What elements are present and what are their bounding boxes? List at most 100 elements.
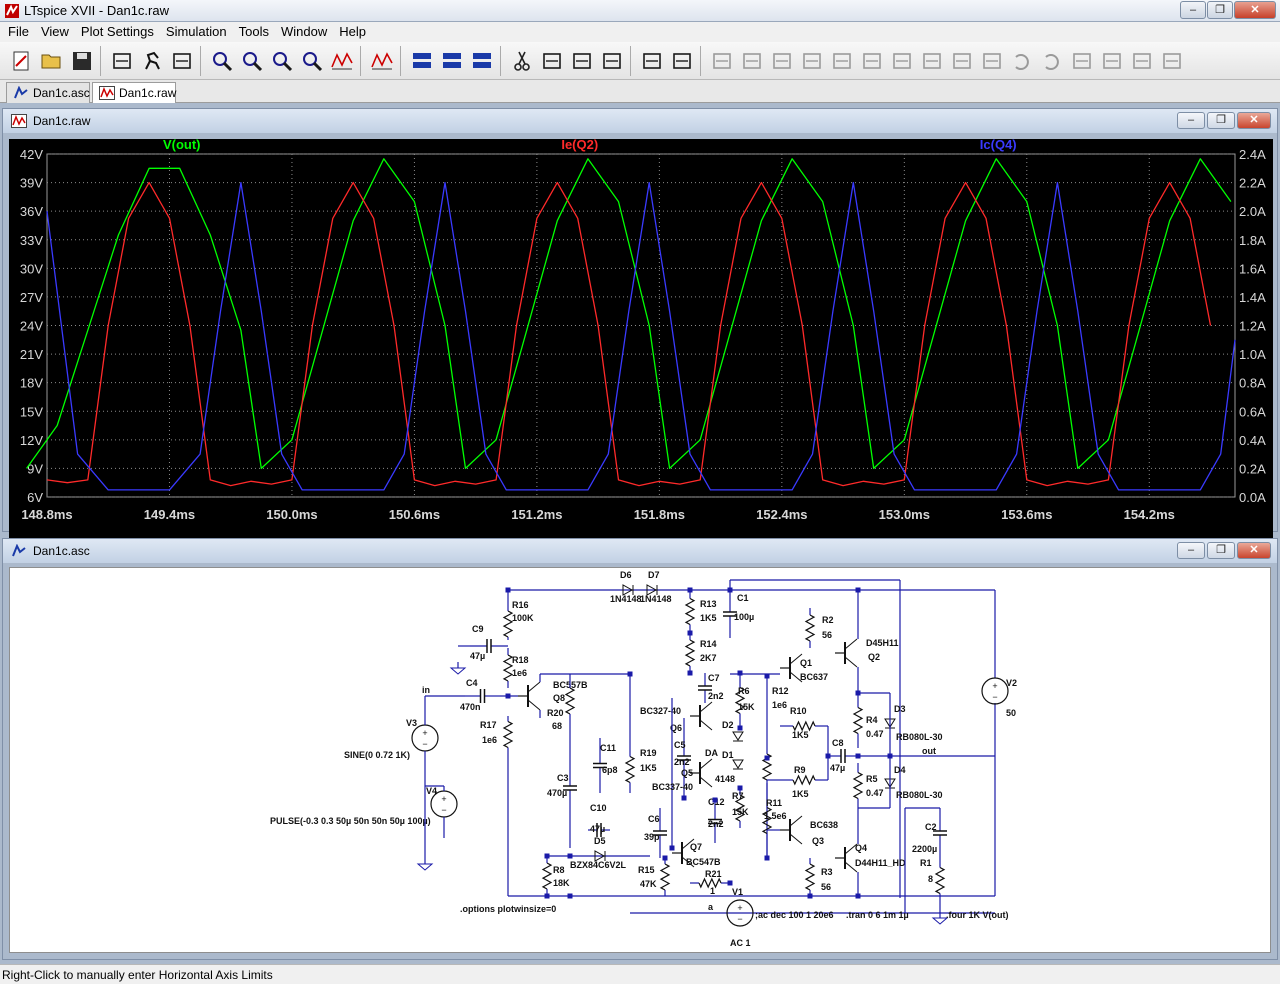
schematic-restore-button[interactable]: ❐ — [1207, 542, 1235, 559]
halt-button[interactable] — [168, 47, 196, 75]
label-c9: C9 — [472, 624, 484, 634]
menu-view[interactable]: View — [35, 22, 75, 42]
print-preview-button[interactable] — [638, 47, 666, 75]
tile-horizontal-button[interactable] — [408, 47, 436, 75]
zoom-out-button[interactable] — [268, 47, 296, 75]
toolbar-separator — [630, 45, 636, 76]
cascade-button[interactable] — [438, 47, 466, 75]
minimize-button[interactable]: – — [1180, 1, 1206, 19]
tab-dan1c-asc[interactable]: Dan1c.asc — [6, 82, 90, 103]
x-tick-label: 154.2ms — [1124, 507, 1175, 522]
open-icon — [41, 54, 61, 68]
run-button[interactable] — [138, 47, 166, 75]
resistor-symbol — [624, 755, 636, 784]
menu-help[interactable]: Help — [333, 22, 372, 42]
inductor-button[interactable] — [858, 47, 886, 75]
capacitor-button[interactable] — [828, 47, 856, 75]
label-r17: R17 — [480, 720, 497, 730]
rotate-button[interactable] — [1068, 47, 1096, 75]
resistor-symbol — [804, 614, 816, 642]
text-icon — [1133, 52, 1151, 69]
resistor-symbol — [564, 687, 576, 715]
menu-tools[interactable]: Tools — [233, 22, 275, 42]
label-c2: C2 — [925, 822, 937, 832]
text-button[interactable] — [1128, 47, 1156, 75]
new-schematic-button[interactable] — [8, 47, 36, 75]
mirror-button[interactable] — [1098, 47, 1126, 75]
redo-button[interactable] — [1038, 47, 1066, 75]
x-tick-label: 151.8ms — [634, 507, 685, 522]
spice-directive-button[interactable] — [1158, 47, 1186, 75]
label-net-button[interactable] — [768, 47, 796, 75]
zoom-area-icon — [213, 51, 233, 71]
legend-label: V(out) — [163, 139, 201, 152]
label-net-icon — [773, 52, 791, 69]
junction — [764, 673, 770, 679]
restore-button[interactable]: ❐ — [1207, 1, 1233, 19]
menu-window[interactable]: Window — [275, 22, 333, 42]
legend-label: Ic(Q4) — [980, 139, 1017, 152]
ltspice-app-icon — [5, 4, 19, 18]
status-text: Right-Click to manually enter Horizontal… — [2, 968, 273, 982]
cascade-icon — [443, 52, 461, 68]
open-button[interactable] — [38, 47, 66, 75]
save-button[interactable] — [68, 47, 96, 75]
transistor-collector — [844, 638, 858, 650]
menu-file[interactable]: File — [2, 22, 35, 42]
zoom-area-button[interactable] — [208, 47, 236, 75]
y-right-tick-label: 0.4A — [1239, 433, 1266, 448]
toolbar-separator — [360, 45, 366, 76]
cut-button[interactable] — [508, 47, 536, 75]
move-icon — [953, 52, 971, 69]
paste-button[interactable] — [568, 47, 596, 75]
junction — [855, 587, 861, 593]
schematic-close-button[interactable]: ✕ — [1237, 542, 1271, 559]
label-r10-value: 1K5 — [792, 730, 809, 740]
transistor-collector — [699, 758, 713, 770]
label-r2-value: 56 — [822, 630, 832, 640]
schematic-minimize-button[interactable]: – — [1177, 542, 1205, 559]
close-button[interactable]: ✕ — [1234, 1, 1276, 19]
plot-minimize-button[interactable]: – — [1177, 112, 1205, 129]
y-right-tick-label: 2.2A — [1239, 176, 1266, 191]
tab-dan1c-raw[interactable]: Dan1c.raw — [92, 82, 176, 103]
undo-icon — [1015, 53, 1029, 70]
waveform-chart[interactable]: 6V9V12V15V18V21V24V27V30V33V36V39V42V0.0… — [9, 137, 1273, 527]
label-tran-directive: .tran 0 6 1m 1µ — [846, 910, 909, 920]
undo-button[interactable] — [1008, 47, 1036, 75]
label-r5: R5 — [866, 774, 878, 784]
plot-close-button[interactable]: ✕ — [1237, 112, 1271, 129]
zoom-fit-button[interactable] — [298, 47, 326, 75]
menu-plot-settings[interactable]: Plot Settings — [75, 22, 160, 42]
copy-button[interactable] — [538, 47, 566, 75]
control-panel-button[interactable] — [108, 47, 136, 75]
label-c7-value: 2n2 — [708, 691, 724, 701]
tile-vertical-button[interactable] — [468, 47, 496, 75]
drag-button[interactable] — [978, 47, 1006, 75]
y-left-tick-label: 12V — [20, 433, 43, 448]
resistor-button[interactable] — [798, 47, 826, 75]
zoom-in-icon — [243, 51, 263, 71]
ground-button[interactable] — [738, 47, 766, 75]
halt-icon — [173, 52, 191, 69]
zoom-in-button[interactable] — [238, 47, 266, 75]
source-minus: − — [441, 805, 446, 815]
diode-button[interactable] — [888, 47, 916, 75]
print-button[interactable] — [668, 47, 696, 75]
plot-restore-button[interactable]: ❐ — [1207, 112, 1235, 129]
wire-button[interactable] — [708, 47, 736, 75]
plot-window-controls: – ❐ ✕ — [1177, 112, 1271, 129]
junction — [544, 893, 550, 899]
spice-directive-icon — [1163, 52, 1181, 69]
menu-simulation[interactable]: Simulation — [160, 22, 233, 42]
pick-traces-button[interactable] — [368, 47, 396, 75]
move-button[interactable] — [948, 47, 976, 75]
label-r6: R6 — [738, 686, 750, 696]
schematic-canvas[interactable]: R16 100K C9 47µ R18 1e6 in C4 470n R17 1e6 + − V3 SINE… — [9, 567, 1271, 953]
x-tick-label: 148.8ms — [21, 507, 72, 522]
source-plus: + — [737, 903, 742, 913]
autorange-button[interactable] — [328, 47, 356, 75]
component-button[interactable] — [918, 47, 946, 75]
find-button[interactable] — [598, 47, 626, 75]
schematic-drawing[interactable]: R16100KC947µ R181e6inC4470nR171e6+−V3SINE… — [10, 568, 1272, 954]
